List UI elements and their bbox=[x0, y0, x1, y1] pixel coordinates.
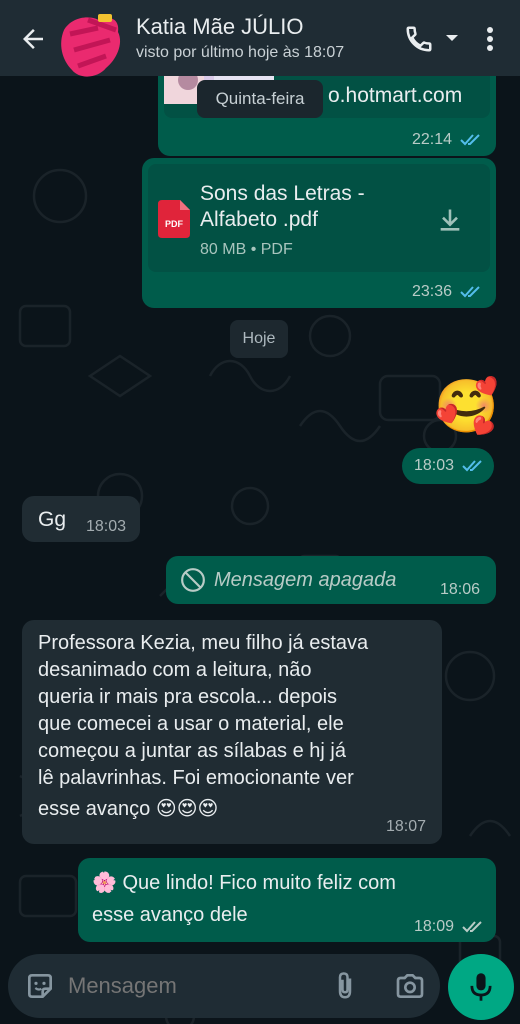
message-time: 23:36 bbox=[412, 283, 453, 300]
phone-icon[interactable] bbox=[404, 24, 434, 54]
message-incoming-short[interactable]: Gg 18:03 bbox=[22, 496, 140, 542]
emoji-message-time-chip: 18:03 bbox=[402, 448, 494, 484]
document-file-name-line1: Sons das Letras - bbox=[200, 182, 365, 205]
message-time: 18:06 bbox=[440, 581, 481, 598]
message-time: 18:07 bbox=[386, 818, 427, 835]
microphone-icon bbox=[470, 973, 492, 1001]
link-text[interactable]: o.hotmart.com bbox=[328, 82, 462, 109]
blocked-icon bbox=[181, 568, 205, 592]
message-line: 🌸 Que lindo! Fico muito feliz com bbox=[92, 872, 396, 894]
deleted-message-text: Mensagem apagada bbox=[214, 569, 397, 591]
delivered-ticks-icon bbox=[462, 921, 482, 933]
message-text: Gg bbox=[38, 508, 67, 531]
message-time: 22:14 bbox=[412, 131, 453, 148]
message-line: esse avanço dele bbox=[92, 904, 248, 926]
read-ticks-icon bbox=[462, 460, 482, 472]
last-seen-status: visto por último hoje às 18:07 bbox=[136, 44, 345, 61]
message-time: 18:09 bbox=[414, 918, 455, 935]
message-line: que comecei a usar o material, ele bbox=[38, 713, 344, 735]
message-outgoing-last[interactable]: 🌸 Que lindo! Fico muito feliz com esse a… bbox=[78, 858, 496, 942]
emoji-message[interactable]: 🥰 bbox=[434, 372, 499, 442]
message-deleted[interactable]: Mensagem apagada 18:06 bbox=[166, 556, 496, 604]
voice-message-button[interactable] bbox=[448, 954, 514, 1020]
message-line: lê palavrinhas. Foi emocionante ver bbox=[38, 767, 354, 789]
message-line: desanimado com a leitura, não bbox=[38, 659, 312, 681]
message-composer[interactable] bbox=[8, 954, 440, 1018]
contact-name[interactable]: Katia Mãe JÚLIO bbox=[136, 14, 304, 40]
message-line: esse avanço 😍😍😍 bbox=[38, 798, 219, 820]
read-ticks-icon bbox=[460, 134, 480, 146]
download-icon[interactable] bbox=[436, 206, 464, 234]
chat-header: Katia Mãe JÚLIO visto por último hoje às… bbox=[0, 0, 520, 77]
pdf-file-icon: PDF bbox=[158, 200, 190, 238]
message-document[interactable]: PDF Sons das Letras - Alfabeto .pdf 80 M… bbox=[142, 158, 496, 308]
camera-icon[interactable] bbox=[394, 970, 426, 1002]
paperclip-icon[interactable] bbox=[330, 970, 360, 1002]
more-vertical-icon[interactable] bbox=[478, 24, 502, 54]
floating-date-chip: Quinta-feira bbox=[197, 80, 323, 118]
document-file-info: 80 MB • PDF bbox=[200, 241, 293, 258]
document-file-name-line2: Alfabeto .pdf bbox=[200, 208, 318, 231]
message-time: 18:03 bbox=[86, 518, 127, 535]
caret-down-icon[interactable] bbox=[442, 28, 462, 48]
message-input[interactable] bbox=[68, 966, 318, 1006]
sticker-icon[interactable] bbox=[24, 970, 56, 1002]
message-time: 18:03 bbox=[414, 457, 455, 474]
avatar[interactable] bbox=[58, 10, 126, 82]
message-incoming-long[interactable]: Professora Kezia, meu filho já estava de… bbox=[22, 620, 442, 844]
message-line: começou a juntar as sílabas e hj já bbox=[38, 740, 346, 762]
message-line: queria ir mais pra escola... depois bbox=[38, 686, 338, 708]
date-separator: Hoje bbox=[230, 320, 288, 358]
message-line: Professora Kezia, meu filho já estava bbox=[38, 632, 369, 654]
read-ticks-icon bbox=[460, 286, 480, 298]
arrow-left-icon[interactable] bbox=[18, 24, 48, 54]
pdf-icon-label: PDF bbox=[165, 219, 184, 229]
